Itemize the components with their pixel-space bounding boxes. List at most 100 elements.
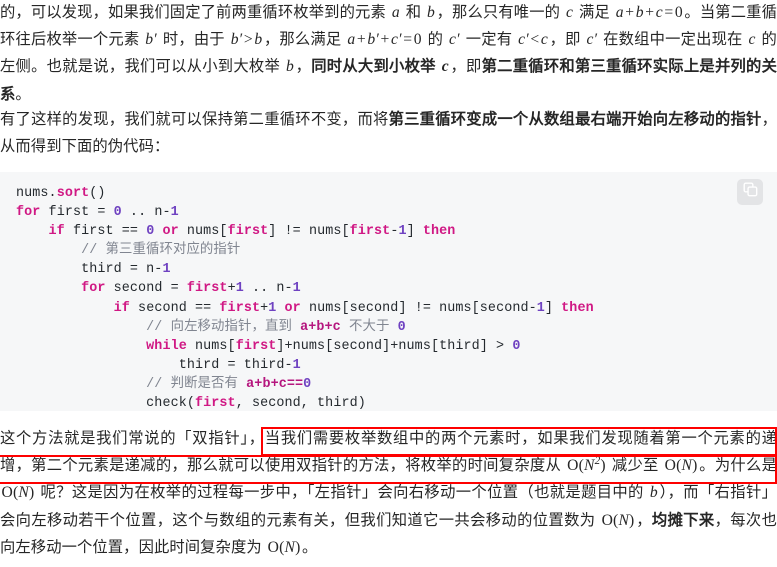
math-expr-cprime-lt-c: c′<c xyxy=(518,31,548,49)
code-token: .. n- xyxy=(121,205,171,221)
text-run: 和 xyxy=(401,4,426,21)
math-complexity-n-3: O(N) xyxy=(601,511,635,529)
code-token: check( xyxy=(16,396,195,411)
text-run: ，即 xyxy=(450,58,482,76)
math-var-c-prime-2: c′ xyxy=(586,31,598,49)
bold-run-3: 第三重循环变成一个从数组最右端开始向左移动的指针 xyxy=(388,111,762,128)
paragraph-1: 的，可以发现，如果我们固定了前两重循环枚举到的元素 a 和 b，那么只有唯一的 … xyxy=(0,0,777,108)
math-complexity-n-2: O(N) xyxy=(1,484,35,502)
paragraph-3: 这个方法就是我们常说的「双指针」，当我们需要枚举数组中的两个元素时，如果我们发现… xyxy=(0,425,777,561)
math-var-b-prime: b′ xyxy=(145,31,157,49)
code-token: 1 xyxy=(292,357,301,373)
text-run: 的，可以发现，如果我们固定了前两重循环枚举到的元素 xyxy=(0,4,391,21)
math-complexity-n-squared: O(N2) xyxy=(567,455,606,475)
code-token: 1 xyxy=(235,281,244,297)
code-token: third = third- xyxy=(16,357,293,373)
code-token: first xyxy=(186,281,228,297)
code-token: nums. xyxy=(16,186,57,201)
code-token: () xyxy=(89,186,106,201)
code-token: ]+nums[second]+nums[third] > xyxy=(276,338,513,354)
code-token: nums[ xyxy=(186,338,236,354)
code-token: 1 xyxy=(398,224,407,240)
code-token: 不大于 xyxy=(340,319,398,335)
code-token: // 向左移动指针，直到 xyxy=(146,319,301,335)
code-token: first == xyxy=(64,224,147,240)
code-token: while xyxy=(146,338,187,354)
text-run: ，那么满足 xyxy=(263,31,346,49)
code-token: 1 xyxy=(162,262,171,278)
paragraph-2-text: 有了这样的发现，我们就可以保持第二重循环不变，而将第三重循环变成一个从数组最右端… xyxy=(0,106,777,160)
math-var-c-bold: c xyxy=(441,58,449,76)
text-run: 在数组中一定出现在 xyxy=(598,31,747,49)
copy-icon xyxy=(743,182,758,202)
code-token: 1 xyxy=(536,300,545,316)
code-token: 0 xyxy=(303,376,312,392)
code-token: or xyxy=(284,300,301,316)
code-token: first xyxy=(235,338,277,354)
code-token: first xyxy=(195,396,236,411)
math-var-c-2: c xyxy=(748,31,756,49)
text-run: 减少至 xyxy=(607,457,664,475)
code-token: first xyxy=(227,224,269,240)
code-token: for xyxy=(16,205,41,221)
code-token: 0 xyxy=(512,338,521,354)
text-run: 满足 xyxy=(574,4,615,21)
code-token: , second, third) xyxy=(235,396,366,411)
code-token: ] xyxy=(406,224,423,240)
math-expr-abc-zero: a+b+c=0 xyxy=(615,4,683,21)
bold-run-1: 同时从大到小枚举 xyxy=(311,58,441,76)
code-token: // 判断是否有 xyxy=(146,376,247,392)
copy-code-button[interactable] xyxy=(737,179,763,205)
code-token: if xyxy=(113,300,130,316)
math-complexity-n-4: O(N) xyxy=(267,538,301,556)
math-var-b: b xyxy=(427,4,436,21)
code-content[interactable]: nums.sort() for first = 0 .. n-1 if firs… xyxy=(16,184,761,411)
text-run: ，即 xyxy=(549,31,585,49)
code-token: second = xyxy=(105,281,187,297)
code-token: .. n- xyxy=(243,281,293,297)
code-token: if xyxy=(48,224,65,240)
text-run: 。 xyxy=(302,538,318,556)
document-page: 的，可以发现，如果我们固定了前两重循环枚举到的元素 a 和 b，那么只有唯一的 … xyxy=(0,0,777,567)
code-token: 1 xyxy=(170,205,179,221)
code-token: ] != nums[ xyxy=(268,224,350,240)
math-var-c: c xyxy=(565,4,574,21)
code-token: third = n- xyxy=(16,262,163,278)
math-var-a: a xyxy=(391,4,400,21)
code-token: 0 xyxy=(113,205,122,221)
code-token: first xyxy=(219,300,261,316)
paragraph-3-text: 这个方法就是我们常说的「双指针」，当我们需要枚举数组中的两个元素时，如果我们发现… xyxy=(0,425,777,561)
code-token: 0 xyxy=(397,319,406,335)
bold-run-4: 均摊下来 xyxy=(651,511,715,529)
code-token: a+b+c== xyxy=(246,376,304,392)
code-token: first xyxy=(349,224,391,240)
code-token: then xyxy=(561,300,594,316)
code-token: a+b+c xyxy=(300,319,341,335)
code-token: + xyxy=(227,281,236,297)
math-var-b-3: b xyxy=(649,484,658,502)
code-token: ] xyxy=(544,300,562,316)
text-run: 有了这样的发现，我们就可以保持第二重循环不变，而将 xyxy=(0,111,389,128)
code-token: sort xyxy=(56,186,90,201)
text-run: ， xyxy=(295,58,312,76)
paragraph-1-text: 的，可以发现，如果我们固定了前两重循环枚举到的元素 a 和 b，那么只有唯一的 … xyxy=(0,0,777,108)
text-run: 时，由于 xyxy=(158,31,230,49)
code-token: second == xyxy=(129,300,220,316)
code-token: 1 xyxy=(292,281,301,297)
code-block: nums.sort() for first = 0 .. n-1 if firs… xyxy=(0,172,777,411)
code-token: then xyxy=(422,224,456,240)
text-run: ， xyxy=(635,511,652,529)
text-run: 的 xyxy=(423,31,448,49)
code-token: nums[second] != nums[second- xyxy=(300,300,537,316)
code-token: or xyxy=(162,224,179,240)
text-run: 呢？这是因为在枚举的过程每一步中，「左指针」会向右移动一个位置（也就是题目中的 xyxy=(35,484,649,502)
code-token: nums[ xyxy=(178,224,228,240)
math-expr-bprime-gt-b: b′>b xyxy=(230,31,263,49)
paragraph-2: 有了这样的发现，我们就可以保持第二重循环不变，而将第三重循环变成一个从数组最右端… xyxy=(0,106,777,160)
